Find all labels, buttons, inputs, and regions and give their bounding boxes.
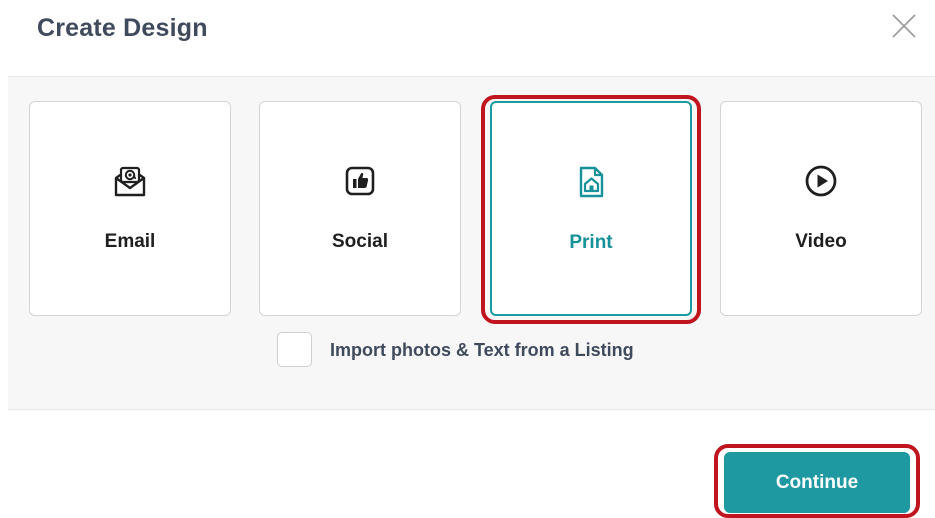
design-type-label: Print: [569, 232, 613, 253]
dialog-title: Create Design: [37, 14, 208, 42]
close-button[interactable]: [888, 10, 920, 42]
design-type-label: Email: [104, 231, 156, 252]
design-type-label: Video: [795, 231, 847, 252]
email-icon: [113, 164, 147, 198]
print-document-icon: [574, 165, 608, 199]
import-listing-label[interactable]: Import photos & Text from a Listing: [330, 340, 634, 361]
design-type-label: Social: [332, 231, 388, 252]
thumbs-up-icon: [343, 164, 377, 198]
design-type-email-card[interactable]: Email: [29, 101, 231, 316]
design-type-print-card[interactable]: Print: [490, 101, 692, 316]
close-icon: [892, 14, 916, 38]
create-design-dialog: Create Design Email Social Print Video I…: [0, 0, 935, 518]
design-type-video-card[interactable]: Video: [720, 101, 922, 316]
play-circle-icon: [804, 164, 838, 198]
continue-button[interactable]: Continue: [724, 452, 910, 513]
design-type-social-card[interactable]: Social: [259, 101, 461, 316]
import-listing-checkbox[interactable]: [277, 332, 312, 367]
